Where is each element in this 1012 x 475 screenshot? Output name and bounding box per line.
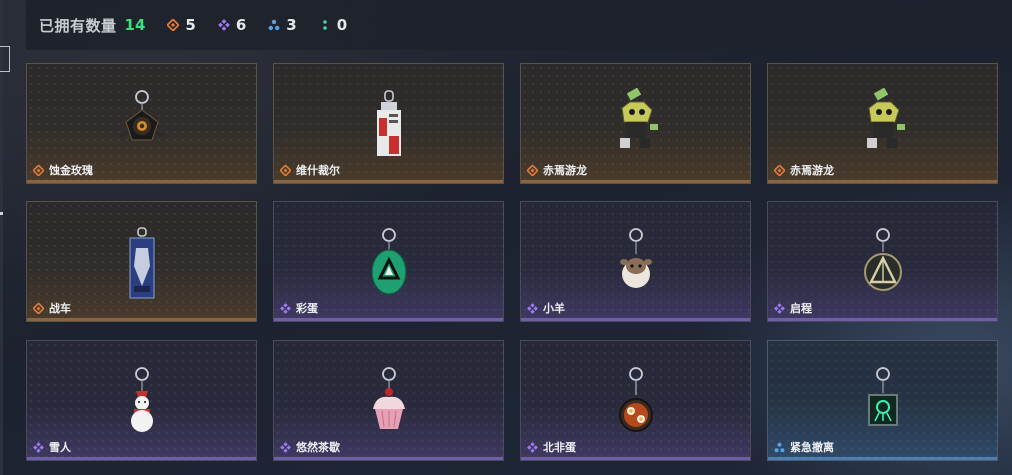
purple-diamond-icon	[774, 302, 785, 314]
cupcake-charm-icon	[372, 367, 405, 429]
rarity-bar	[27, 180, 256, 183]
owned-count-value: 14	[124, 16, 146, 34]
charm-card-5[interactable]: 战车	[26, 201, 257, 322]
rose-charm-icon	[118, 90, 165, 141]
rarity-bar	[521, 180, 750, 183]
dragon-charm-icon	[619, 88, 658, 148]
charm-card-2[interactable]: 维什裁尔	[273, 63, 504, 184]
tag-charm-icon	[376, 90, 401, 156]
green-dots-icon	[322, 20, 327, 30]
card-name: 小羊	[543, 302, 565, 315]
card-label: 启程	[774, 300, 812, 316]
card-label: 蚀金玫瑰	[33, 162, 93, 178]
orange-diamond-icon	[280, 164, 291, 176]
card-name: 雪人	[49, 441, 71, 454]
card-name: 启程	[790, 302, 812, 315]
charm-card-10[interactable]: 悠然茶歇	[273, 340, 504, 461]
rarity-bar	[521, 457, 750, 460]
orange-diamond-icon	[167, 19, 180, 31]
tag-glow-charm-icon	[867, 367, 898, 426]
card-name: 战车	[49, 302, 71, 315]
stat-purple-value: 6	[235, 16, 247, 34]
collection-page: 已拥有数量 14 5 6 3 0 蚀金玫瑰 维什裁尔 赤焉游龙 赤焉游龙 战车 …	[0, 0, 1012, 475]
card-label: 悠然茶歇	[280, 439, 340, 455]
card-charm-icon	[129, 227, 154, 299]
card-label: 雪人	[33, 439, 71, 455]
side-dot	[0, 212, 3, 215]
card-label: 赤焉游龙	[774, 162, 834, 178]
orange-diamond-icon	[33, 302, 44, 314]
card-label: 赤焉游龙	[527, 162, 587, 178]
stat-blue-value: 3	[286, 16, 297, 34]
purple-diamond-icon	[280, 441, 291, 453]
charm-card-3[interactable]: 赤焉游龙	[520, 63, 751, 184]
card-label: 紧急撤离	[774, 439, 834, 455]
rarity-bar	[521, 318, 750, 321]
rarity-bar	[768, 180, 997, 183]
egg-charm-icon	[370, 228, 407, 295]
card-name: 蚀金玫瑰	[49, 164, 93, 177]
rarity-bar	[768, 457, 997, 460]
charm-card-7[interactable]: 小羊	[520, 201, 751, 322]
purple-diamond-icon	[217, 19, 230, 31]
purple-diamond-icon	[527, 302, 538, 314]
pan-charm-icon	[618, 367, 653, 432]
card-label: 彩蛋	[280, 300, 318, 316]
dragon-charm-icon	[866, 88, 905, 148]
card-label: 维什裁尔	[280, 162, 340, 178]
stat-blue: 3	[268, 16, 297, 34]
purple-diamond-icon	[280, 302, 291, 314]
blue-triangle-icon	[268, 19, 280, 31]
snowman-charm-icon	[130, 367, 153, 432]
orange-diamond-icon	[774, 164, 785, 176]
rarity-bar	[274, 457, 503, 460]
charm-card-4[interactable]: 赤焉游龙	[767, 63, 998, 184]
sheep-charm-icon	[619, 228, 652, 288]
orange-diamond-icon	[33, 164, 44, 176]
stat-orange: 5	[167, 16, 196, 34]
side-tab[interactable]	[0, 46, 10, 72]
purple-diamond-icon	[527, 441, 538, 453]
card-label: 小羊	[527, 300, 565, 316]
rarity-bar	[27, 457, 256, 460]
purple-diamond-icon	[33, 441, 44, 453]
rarity-bar	[27, 318, 256, 321]
charm-card-9[interactable]: 雪人	[26, 340, 257, 461]
card-name: 悠然茶歇	[296, 441, 340, 454]
charm-card-12[interactable]: 紧急撤离	[767, 340, 998, 461]
card-name: 赤焉游龙	[790, 164, 834, 177]
charm-card-11[interactable]: 北非蛋	[520, 340, 751, 461]
card-label: 战车	[33, 300, 71, 316]
charm-card-1[interactable]: 蚀金玫瑰	[26, 63, 257, 184]
card-name: 紧急撤离	[790, 441, 834, 454]
card-name: 赤焉游龙	[543, 164, 587, 177]
orange-diamond-icon	[527, 164, 538, 176]
rarity-bar	[768, 318, 997, 321]
card-name: 维什裁尔	[296, 164, 340, 177]
stat-green: 0	[319, 16, 347, 34]
stat-green-value: 0	[336, 16, 348, 34]
blue-triangle-icon	[774, 442, 785, 452]
compass-charm-icon	[863, 228, 902, 291]
card-name: 彩蛋	[296, 302, 318, 315]
rarity-bar	[274, 318, 503, 321]
owned-count-label: 已拥有数量	[39, 16, 117, 35]
stat-orange-value: 5	[185, 16, 196, 34]
collection-header: 已拥有数量 14 5 6 3 0	[26, 0, 1012, 50]
card-label: 北非蛋	[527, 439, 576, 455]
stat-purple: 6	[217, 16, 247, 34]
card-name: 北非蛋	[543, 441, 576, 454]
charm-card-6[interactable]: 彩蛋	[273, 201, 504, 322]
rarity-bar	[274, 180, 503, 183]
charm-card-8[interactable]: 启程	[767, 201, 998, 322]
